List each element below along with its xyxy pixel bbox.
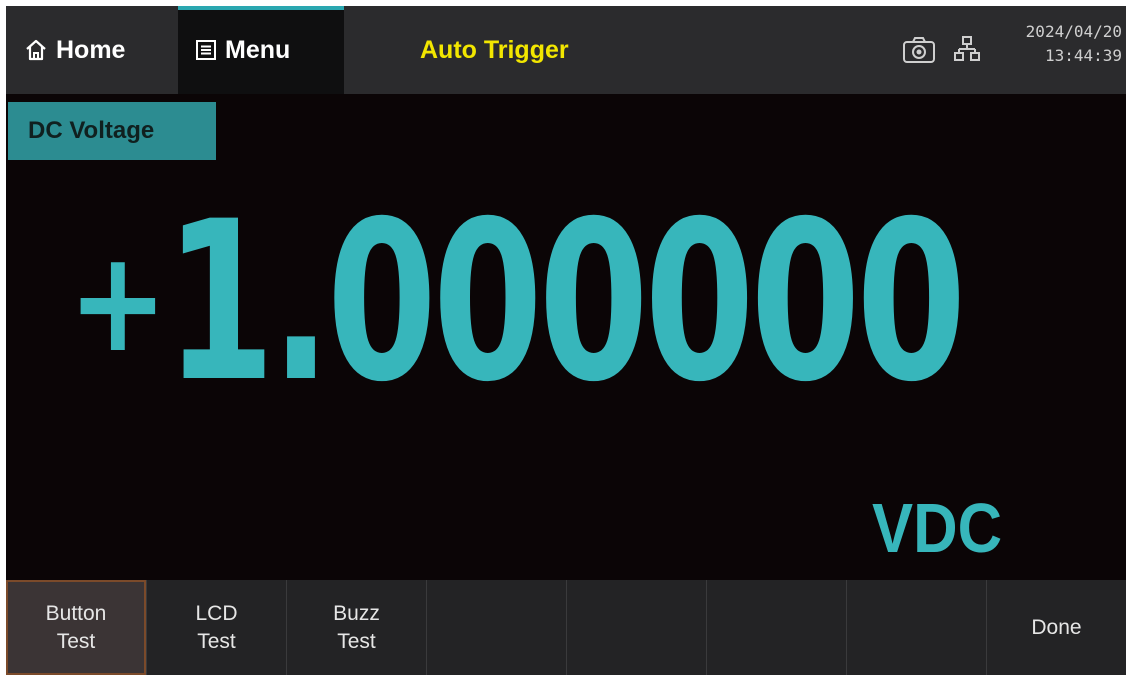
trigger-mode: Auto Trigger: [420, 35, 569, 64]
measurement-reading: + 1.000000: [68, 174, 1126, 430]
measurement-unit: VDC: [872, 489, 1003, 567]
softkey-bar: Button Test LCD Test Buzz Test Done: [6, 580, 1126, 675]
softkey-4[interactable]: [426, 580, 566, 675]
camera-icon[interactable]: [902, 36, 936, 64]
instrument-screen: Home Menu Auto Trigger 2024/04/20 13:44:…: [6, 6, 1126, 675]
softkey-2[interactable]: LCD Test: [146, 580, 286, 675]
network-icon: [954, 36, 980, 62]
date-display: 2024/04/20: [1025, 22, 1122, 41]
softkey-5[interactable]: [566, 580, 706, 675]
softkey-6[interactable]: [706, 580, 846, 675]
datetime: 2024/04/20 13:44:39: [998, 20, 1122, 68]
menu-icon: [195, 39, 217, 61]
menu-label: Menu: [225, 35, 291, 64]
softkey-8[interactable]: Done: [986, 580, 1126, 675]
function-label[interactable]: DC Voltage: [8, 102, 216, 160]
top-bar: Home Menu Auto Trigger 2024/04/20 13:44:…: [6, 6, 1126, 94]
home-tab[interactable]: Home: [6, 6, 178, 94]
menu-tab[interactable]: Menu: [178, 6, 344, 94]
home-icon: [24, 38, 48, 62]
softkey-1[interactable]: Button Test: [6, 580, 146, 675]
time-display: 13:44:39: [1044, 46, 1122, 65]
home-label: Home: [56, 35, 126, 64]
reading-value: 1.000000: [165, 174, 966, 430]
softkey-3[interactable]: Buzz Test: [286, 580, 426, 675]
reading-sign: +: [68, 220, 168, 384]
softkey-7[interactable]: [846, 580, 986, 675]
